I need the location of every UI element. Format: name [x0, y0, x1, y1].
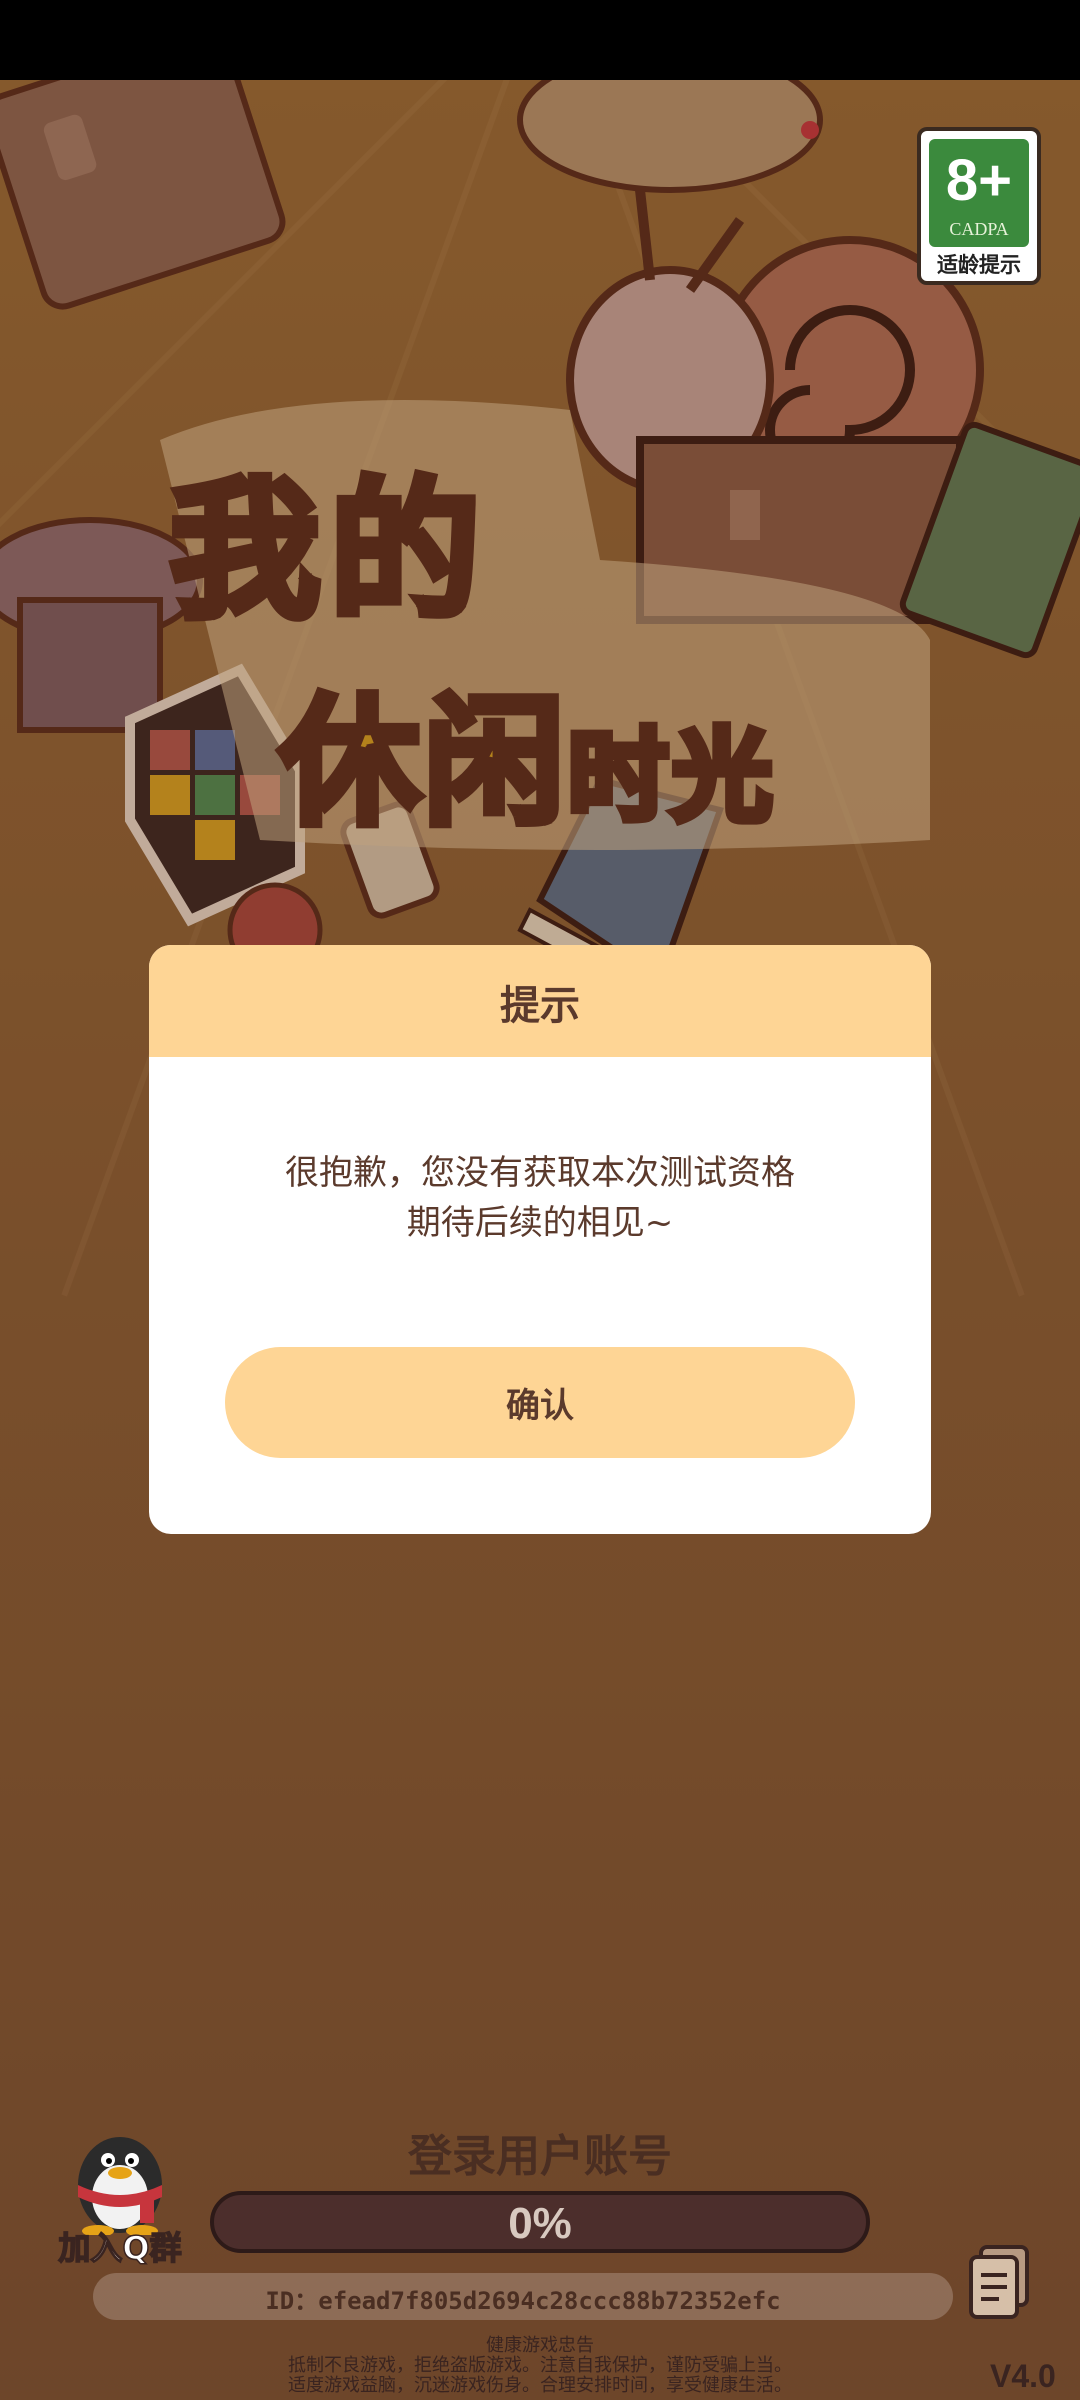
age-rating-panel: 8+ CADPA — [929, 139, 1029, 247]
age-rating-tip: 适龄提示 — [937, 253, 1021, 277]
dialog-title: 提示 — [500, 983, 580, 1029]
dialog-message: 很抱歉，您没有获取本次测试资格 期待后续的相见~ — [149, 1148, 931, 1248]
status-bar — [0, 0, 1080, 80]
account-id-text: ID：efead7f805d2694c28ccc88b72352efc — [265, 2287, 781, 2315]
age-rating-badge[interactable]: 8+ CADPA 适龄提示 — [917, 127, 1041, 285]
confirm-button[interactable]: 确认 — [225, 1347, 855, 1458]
login-status-label: 登录用户账号 — [408, 2131, 672, 2182]
login-progress-bar: 0% — [210, 2191, 870, 2253]
dialog-message-line2: 期待后续的相见~ — [406, 1203, 674, 1243]
account-id-bar: ID：efead7f805d2694c28ccc88b72352efc — [93, 2273, 953, 2320]
health-notice-line2: 适度游戏益脑，沉迷游戏伤身。合理安排时间，享受健康生活。 — [288, 2375, 792, 2396]
dialog-header: 提示 — [149, 945, 931, 1057]
age-rating-number: 8+ — [945, 148, 1013, 213]
qq-group-label: 加入Q群 — [58, 2228, 183, 2268]
notice-dialog: 提示 很抱歉，您没有获取本次测试资格 期待后续的相见~ 确认 — [149, 945, 931, 1534]
login-progress-text: 0% — [508, 2199, 572, 2248]
dialog-message-line1: 很抱歉，您没有获取本次测试资格 — [285, 1153, 795, 1193]
age-rating-org: CADPA — [949, 219, 1009, 239]
document-icon[interactable] — [965, 2243, 1035, 2321]
version-label: V4.0 — [990, 2358, 1056, 2394]
